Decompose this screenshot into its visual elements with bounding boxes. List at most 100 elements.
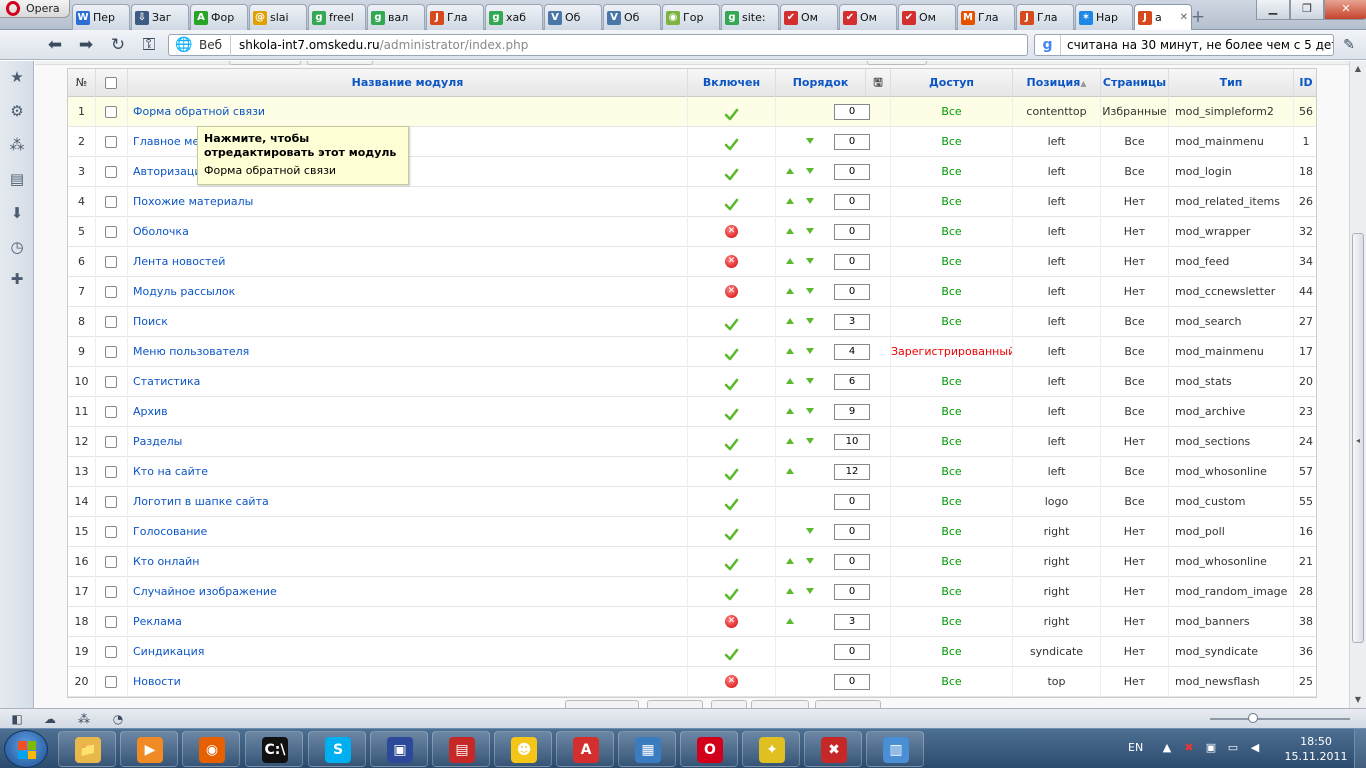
browser-tab[interactable]: @ slai [249, 4, 307, 30]
network-warning-icon[interactable]: ✖ [1182, 741, 1196, 755]
panel-toggle-icon[interactable]: ◧ [9, 711, 25, 727]
order-input[interactable]: 0 [834, 134, 870, 150]
access-link[interactable]: Все [891, 667, 1013, 697]
access-link[interactable]: Все [891, 427, 1013, 457]
module-name-link[interactable]: Меню пользователя [128, 337, 688, 367]
disabled-x-icon[interactable]: ✕ [725, 675, 738, 688]
browser-tab[interactable]: V Об [544, 4, 602, 30]
col-type-header[interactable]: Тип [1169, 69, 1294, 97]
module-name-link[interactable]: Похожие материалы [128, 187, 688, 217]
taskbar-messenger-button[interactable]: ☻ [494, 731, 552, 767]
row-checkbox[interactable] [105, 286, 117, 298]
reload-icon[interactable]: ↻ [107, 35, 129, 55]
module-name-link[interactable]: Синдикация [128, 637, 688, 667]
move-down-icon[interactable] [806, 588, 814, 594]
browser-tab[interactable]: g вал [367, 4, 425, 30]
scroll-up-icon[interactable]: ▲ [1350, 61, 1366, 77]
move-up-icon[interactable] [786, 258, 794, 264]
access-link[interactable]: Все [891, 637, 1013, 667]
move-up-icon[interactable] [786, 558, 794, 564]
tray-device-icon[interactable]: ▣ [1204, 741, 1218, 755]
tab-close-icon[interactable]: ✕ [1180, 12, 1188, 23]
browser-tab[interactable]: ⇩ Заг [131, 4, 189, 30]
show-desktop-button[interactable] [1354, 729, 1366, 768]
move-down-icon[interactable] [806, 528, 814, 534]
browser-tab[interactable]: M Гла [957, 4, 1015, 30]
row-checkbox[interactable] [105, 166, 117, 178]
move-down-icon[interactable] [806, 168, 814, 174]
browser-tab[interactable]: A Фор [190, 4, 248, 30]
row-checkbox[interactable] [105, 106, 117, 118]
turbo-cloud-icon[interactable]: ☁ [42, 711, 58, 727]
browser-tab[interactable]: J Гла [1016, 4, 1074, 30]
enabled-check-icon[interactable] [724, 164, 739, 181]
order-input[interactable]: 0 [834, 194, 870, 210]
disabled-x-icon[interactable]: ✕ [725, 255, 738, 268]
access-link[interactable]: Все [891, 277, 1013, 307]
forward-button[interactable]: ➡ [75, 35, 97, 55]
zoom-slider[interactable] [1210, 713, 1350, 723]
browser-tab[interactable]: ✔ Ом [898, 4, 956, 30]
move-up-icon[interactable] [786, 378, 794, 384]
order-input[interactable]: 12 [834, 464, 870, 480]
history-clock-icon[interactable]: ◷ [7, 237, 27, 257]
enabled-check-icon[interactable] [724, 404, 739, 421]
move-down-icon[interactable] [806, 408, 814, 414]
taskbar-firefox-button[interactable]: ◉ [182, 731, 240, 767]
order-input[interactable]: 0 [834, 494, 870, 510]
downloads-icon[interactable]: ⬇ [7, 203, 27, 223]
order-input[interactable]: 0 [834, 524, 870, 540]
disabled-x-icon[interactable]: ✕ [725, 225, 738, 238]
row-checkbox[interactable] [105, 496, 117, 508]
col-access-header[interactable]: Доступ [891, 69, 1013, 97]
tray-expand-icon[interactable]: ▲ [1160, 741, 1174, 755]
access-link[interactable]: Все [891, 607, 1013, 637]
taskbar-explorer-button[interactable]: 📁 [58, 731, 116, 767]
move-down-icon[interactable] [806, 198, 814, 204]
move-down-icon[interactable] [806, 258, 814, 264]
order-input[interactable]: 6 [834, 374, 870, 390]
row-checkbox[interactable] [105, 256, 117, 268]
taskbar-opera-button[interactable]: O [680, 731, 738, 767]
row-checkbox[interactable] [105, 196, 117, 208]
add-panel-icon[interactable]: ✚ [7, 269, 27, 289]
module-name-link[interactable]: Поиск [128, 307, 688, 337]
access-link[interactable]: Все [891, 157, 1013, 187]
move-up-icon[interactable] [786, 408, 794, 414]
enabled-check-icon[interactable] [724, 344, 739, 361]
order-input[interactable]: 4 [834, 344, 870, 360]
unite-icon[interactable]: ⁂ [7, 135, 27, 155]
move-up-icon[interactable] [786, 588, 794, 594]
taskbar-utility-button[interactable]: ✦ [742, 731, 800, 767]
module-name-link[interactable]: Случайное изображение [128, 577, 688, 607]
row-checkbox[interactable] [105, 316, 117, 328]
unite-status-icon[interactable]: ⁂ [76, 711, 92, 727]
move-up-icon[interactable] [786, 438, 794, 444]
col-position-header[interactable]: Позиция▲ [1013, 69, 1101, 97]
browser-tab[interactable]: V Об [603, 4, 661, 30]
access-link[interactable]: Все [891, 517, 1013, 547]
access-link[interactable]: Все [891, 247, 1013, 277]
disabled-x-icon[interactable]: ✕ [725, 285, 738, 298]
module-name-link[interactable]: Оболочка [128, 217, 688, 247]
taskbar-documents-button[interactable]: ▤ [432, 731, 490, 767]
access-link[interactable]: Зарегистрированный [891, 337, 1013, 367]
access-link[interactable]: Все [891, 97, 1013, 127]
taskbar-picture-viewer-button[interactable]: ▦ [618, 731, 676, 767]
close-window-button[interactable]: ✕ [1324, 0, 1366, 20]
taskbar-acrobat-button[interactable]: A [556, 731, 614, 767]
browser-tab[interactable]: Jа ✕ [1134, 4, 1192, 30]
browser-tab[interactable]: g freel [308, 4, 366, 30]
module-name-link[interactable]: Статистика [128, 367, 688, 397]
access-link[interactable]: Все [891, 187, 1013, 217]
order-input[interactable]: 3 [834, 314, 870, 330]
taskbar-save-button[interactable]: ▣ [370, 731, 428, 767]
move-down-icon[interactable] [806, 138, 814, 144]
module-name-link[interactable]: Реклама [128, 607, 688, 637]
module-name-link[interactable]: Разделы [128, 427, 688, 457]
minimize-button[interactable]: ▁ [1256, 0, 1290, 20]
enabled-check-icon[interactable] [724, 584, 739, 601]
access-link[interactable]: Все [891, 127, 1013, 157]
enabled-check-icon[interactable] [724, 194, 739, 211]
vertical-scrollbar[interactable]: ▲ ◂ ▼ [1349, 61, 1366, 708]
